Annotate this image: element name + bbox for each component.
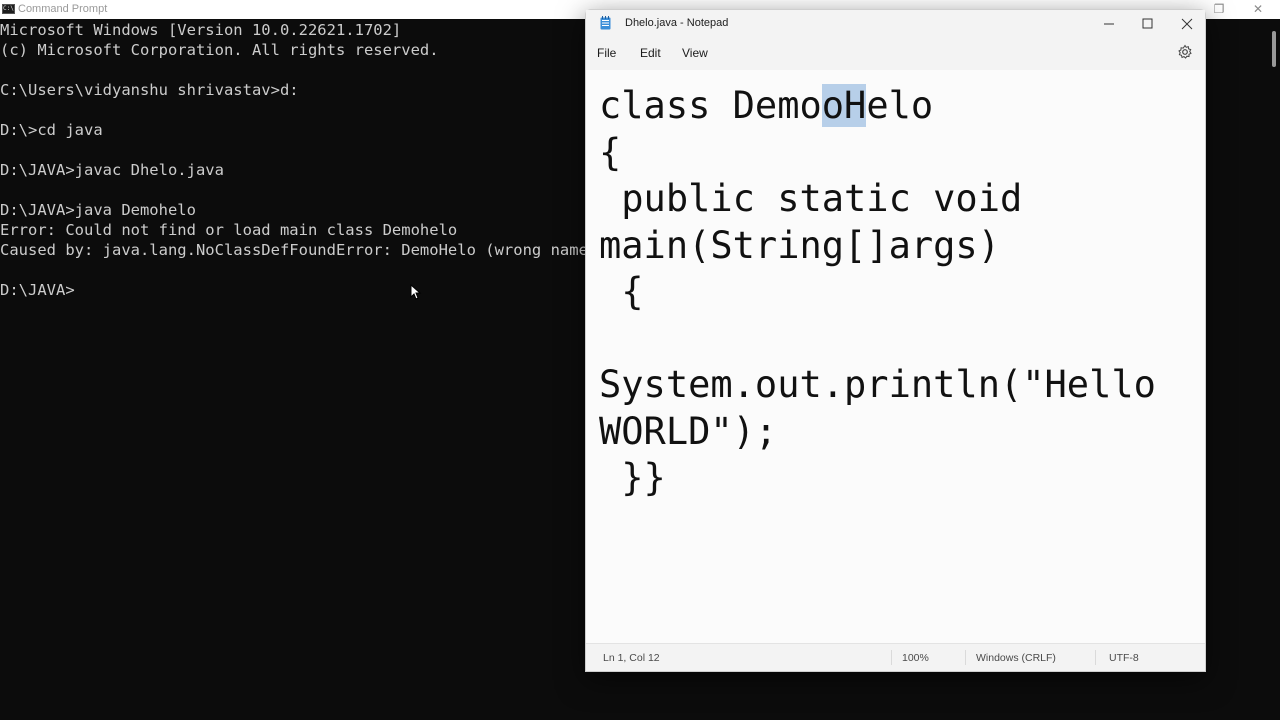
cmd-close-icon[interactable]: ✕ bbox=[1248, 2, 1268, 16]
console-line: Microsoft Windows [Version 10.0.22621.17… bbox=[0, 21, 402, 39]
cmd-scrollbar-thumb[interactable] bbox=[1272, 31, 1276, 67]
console-line: Error: Could not find or load main class… bbox=[0, 221, 458, 239]
console-output[interactable]: Microsoft Windows [Version 10.0.22621.17… bbox=[0, 20, 588, 300]
status-line-ending: Windows (CRLF) bbox=[976, 652, 1056, 664]
close-icon[interactable] bbox=[1172, 14, 1202, 34]
code-line: System.out.println("Hello bbox=[599, 363, 1156, 406]
status-divider bbox=[891, 650, 892, 665]
cmd-window-title: Command Prompt bbox=[18, 3, 108, 15]
console-prompt[interactable]: D:\JAVA> bbox=[0, 280, 588, 300]
text-selection: oH bbox=[821, 84, 867, 127]
maximize-icon[interactable] bbox=[1132, 14, 1162, 34]
notepad-window-title: Dhelo.java - Notepad bbox=[625, 17, 729, 29]
status-divider bbox=[1095, 650, 1096, 665]
text-editor[interactable]: class DemooHelo { public static void mai… bbox=[586, 70, 1205, 647]
gear-icon[interactable] bbox=[1177, 44, 1193, 60]
notepad-titlebar[interactable]: Dhelo.java - Notepad bbox=[586, 10, 1205, 36]
code-line: }} bbox=[599, 456, 666, 499]
console-line: (c) Microsoft Corporation. All rights re… bbox=[0, 41, 439, 59]
console-line: D:\JAVA>javac Dhelo.java bbox=[0, 161, 224, 179]
mouse-pointer-icon bbox=[410, 284, 422, 300]
console-line: C:\Users\vidyanshu shrivastav>d: bbox=[0, 81, 299, 99]
notepad-icon bbox=[600, 16, 611, 30]
code-line: WORLD"); bbox=[599, 409, 778, 453]
status-divider bbox=[965, 650, 966, 665]
cmd-scrollbar[interactable] bbox=[1268, 19, 1280, 720]
editor-content[interactable]: class DemooHelo { public static void mai… bbox=[599, 83, 1156, 502]
console-line: D:\JAVA>java Demohelo bbox=[0, 201, 196, 219]
code-line: class DemooHelo bbox=[599, 84, 934, 127]
console-line: D:\>cd java bbox=[0, 121, 103, 139]
cmd-maximize-icon[interactable]: ❐ bbox=[1209, 2, 1229, 16]
status-cursor-position: Ln 1, Col 12 bbox=[603, 652, 660, 664]
minimize-icon[interactable] bbox=[1094, 14, 1124, 34]
code-line: { bbox=[599, 270, 644, 313]
code-line: public static void bbox=[599, 177, 1023, 220]
menu-edit[interactable]: Edit bbox=[640, 46, 661, 60]
code-line: { bbox=[599, 130, 622, 174]
console-line: Caused by: java.lang.NoClassDefFoundErro… bbox=[0, 241, 588, 259]
notepad-menubar: File Edit View bbox=[586, 36, 1205, 70]
menu-view[interactable]: View bbox=[682, 46, 708, 60]
status-encoding: UTF-8 bbox=[1109, 652, 1139, 664]
notepad-window[interactable]: Dhelo.java - Notepad File Edit View clas… bbox=[585, 9, 1206, 672]
status-zoom: 100% bbox=[902, 652, 929, 664]
code-line: main(String[]args) bbox=[599, 223, 1000, 267]
status-bar: Ln 1, Col 12 100% Windows (CRLF) UTF-8 bbox=[586, 643, 1205, 671]
menu-file[interactable]: File bbox=[597, 46, 616, 60]
cmd-app-icon: C:\ bbox=[2, 4, 15, 14]
